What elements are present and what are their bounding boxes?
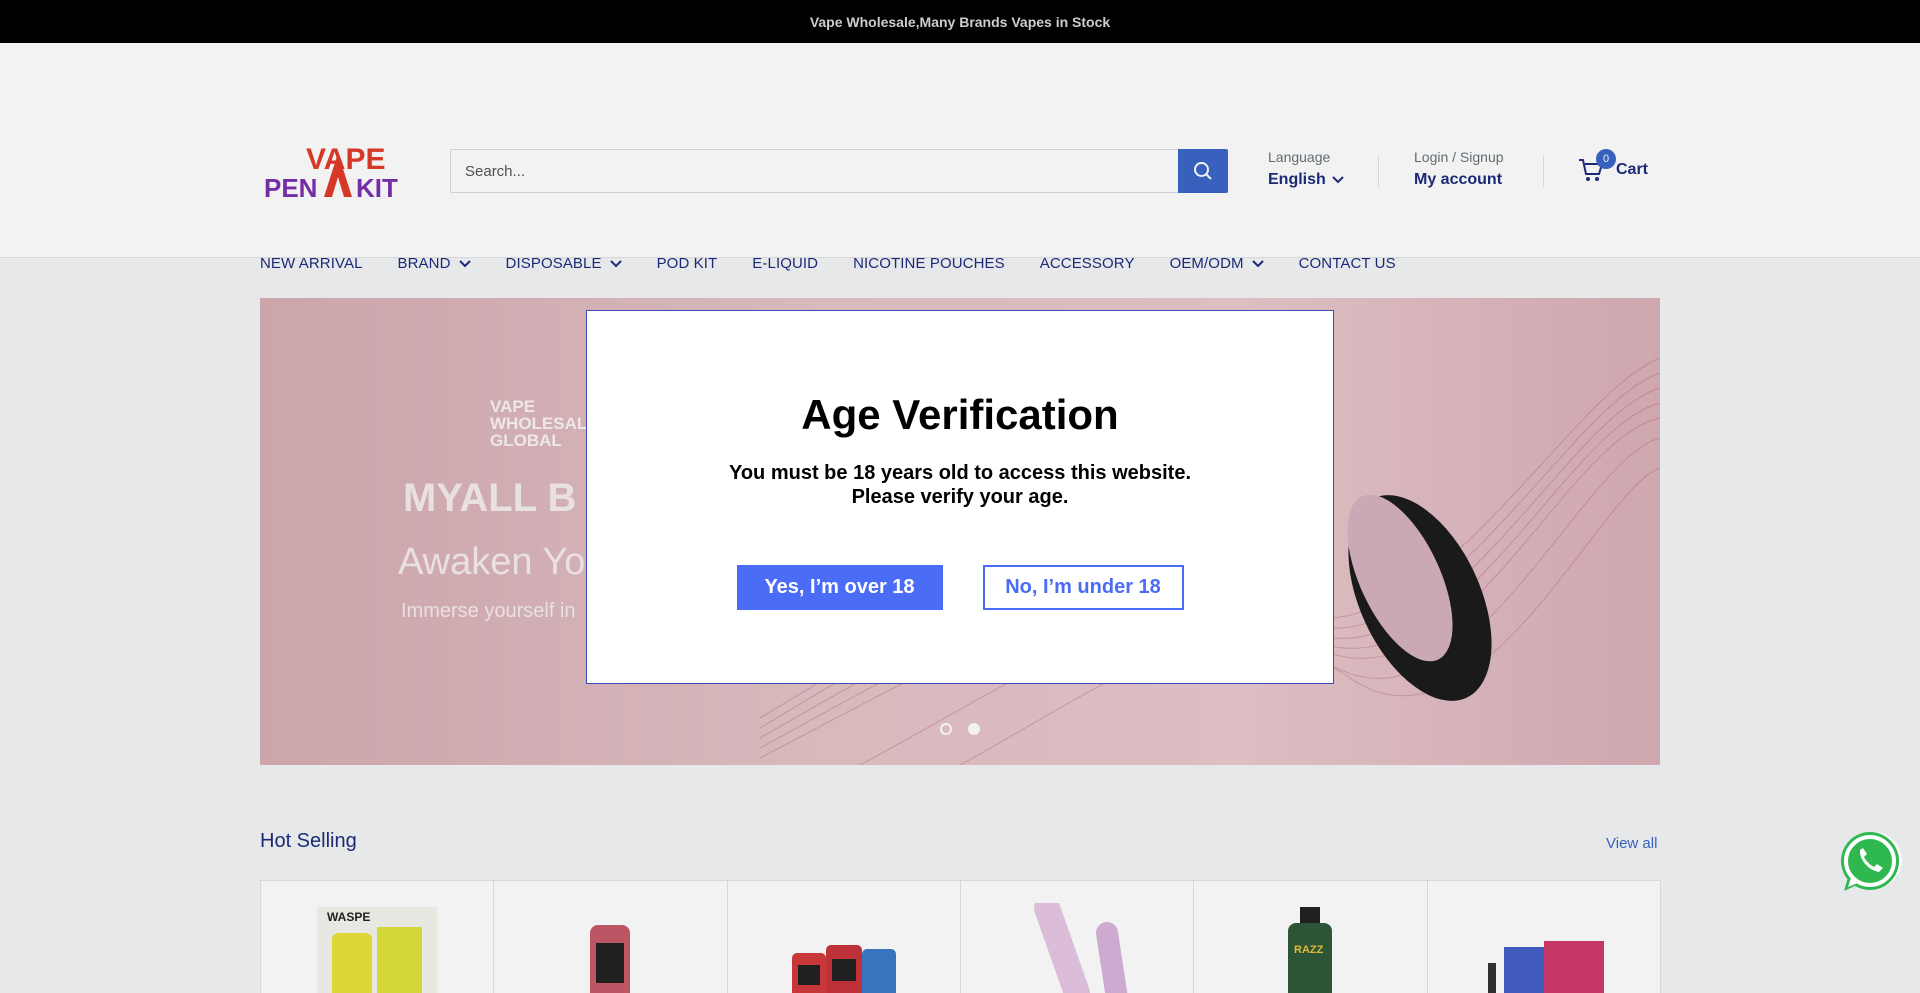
whatsapp-chat-button[interactable] [1835,828,1903,896]
hero-subtitle: Awaken Yo [398,541,586,583]
nav-label: NEW ARRIVAL [260,255,363,272]
nav-label: CONTACT US [1298,255,1396,272]
age-verification-modal: Age Verification You must be 18 years ol… [586,310,1334,684]
product-card[interactable]: WASPE [260,880,495,993]
product-image [1034,903,1128,993]
view-all-link[interactable]: View all [1606,835,1657,852]
nav-item-disposable[interactable]: DISPOSABLE [506,255,622,272]
nav-label: DISPOSABLE [505,255,602,272]
nav-item-pod-kit[interactable]: POD KIT [657,255,718,272]
login-signup-label: Login / Signup [1414,149,1504,165]
hot-selling-title: Hot Selling [260,830,357,852]
nav-label: ACCESSORY [1039,255,1135,272]
product-card[interactable]: RAZZ [1193,880,1428,993]
hero-title: MYALL B [403,476,577,520]
site-header: VAPE PEN KIT Language English Login / Si… [0,43,1920,272]
nav-label: POD KIT [656,255,718,272]
product-image [1487,941,1604,993]
nav-item-nicotine-pouches[interactable]: NICOTINE POUCHES [853,255,1005,272]
header-divider [1543,155,1544,187]
nav-label: NICOTINE POUCHES [853,255,1005,272]
search-input[interactable] [450,149,1178,193]
svg-text:RAZZ: RAZZ [1294,944,1324,956]
product-card[interactable] [1426,880,1661,993]
search-bar [450,149,1228,193]
hero-brand-mark: VAPE WHOLESALE GLOBAL [490,397,599,450]
cart-count-badge: 0 [1596,149,1616,169]
slider-dots [940,723,980,735]
svg-text:VAPE: VAPE [306,143,385,176]
site-logo[interactable]: VAPE PEN KIT [260,141,410,203]
product-card[interactable] [959,880,1195,993]
language-value: English [1268,171,1326,188]
product-list: WASPE RAZZ [260,880,1661,993]
search-icon [1194,162,1212,180]
chevron-down-icon [458,259,471,267]
product-image: RAZZ [1288,907,1333,993]
age-confirm-no-button[interactable]: No, I’m under 18 [982,565,1184,610]
account-menu[interactable]: Login / Signup My account [1414,149,1504,189]
age-confirm-yes-button[interactable]: Yes, I’m over 18 [736,565,943,610]
product-card[interactable] [493,880,728,993]
nav-item-accessory[interactable]: ACCESSORY [1040,255,1135,272]
search-button[interactable] [1178,149,1228,193]
nav-item-e-liquid[interactable]: E-LIQUID [752,255,818,272]
svg-text:KIT: KIT [356,173,398,201]
whatsapp-icon [1841,832,1902,891]
hero-text: Immerse yourself in [401,600,576,622]
chevron-down-icon [1332,176,1344,184]
cart-button[interactable]: 0 Cart [1578,149,1649,183]
product-image: WASPE [317,907,438,993]
chevron-down-icon [1251,259,1264,267]
language-label: Language [1268,149,1331,165]
product-card[interactable] [726,880,961,993]
announcement-text: Vape Wholesale,Many Brands Vapes in Stoc… [809,13,1111,30]
svg-text:WASPE: WASPE [327,910,370,924]
nav-item-brand[interactable]: BRAND [398,255,471,272]
product-image [590,925,631,993]
announcement-bar: Vape Wholesale,Many Brands Vapes in Stoc… [0,0,1920,43]
svg-text:PEN: PEN [264,173,317,201]
header-divider [1378,155,1379,187]
nav-item-contact-us[interactable]: CONTACT US [1299,255,1396,272]
cart-icon: 0 [1578,149,1616,183]
my-account-link[interactable]: My account [1414,171,1502,189]
nav-label: OEM/ODM [1169,255,1244,272]
language-selector[interactable]: Language English [1268,149,1344,189]
product-image [791,945,896,993]
nav-label: BRAND [397,255,451,272]
nav-label: E-LIQUID [752,255,819,272]
main-nav: NEW ARRIVAL BRAND DISPOSABLE POD KIT E-L… [260,255,1396,272]
slider-dot[interactable] [968,723,980,735]
modal-message: You must be 18 years old to access this … [728,462,1192,508]
slider-dot[interactable] [940,723,952,735]
nav-item-oem-odm[interactable]: OEM/ODM [1170,255,1264,272]
modal-title: Age Verification [801,391,1119,438]
chevron-down-icon [609,259,622,267]
cart-label: Cart [1616,161,1649,178]
nav-item-new-arrival[interactable]: NEW ARRIVAL [260,255,363,272]
